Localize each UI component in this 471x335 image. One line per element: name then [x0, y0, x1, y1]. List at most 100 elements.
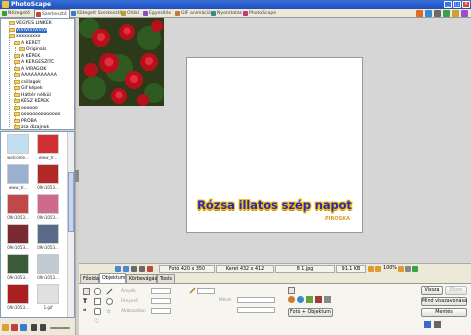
maximize-button[interactable]: □ — [453, 1, 461, 8]
size-select[interactable] — [237, 297, 275, 303]
folder-icon[interactable] — [2, 324, 9, 331]
arrow-left-icon[interactable] — [31, 324, 37, 331]
thumbnail-image[interactable] — [7, 134, 29, 154]
folder-icon — [9, 27, 15, 32]
tab-batch-editor[interactable]: Kötegelt Szerkesztő — [70, 9, 123, 18]
rounded-rect-tool-icon[interactable] — [94, 308, 101, 315]
settings-icon[interactable] — [416, 10, 423, 17]
rectangle-tool-icon[interactable] — [94, 298, 101, 305]
open-icon[interactable] — [424, 321, 431, 328]
tab-viewer[interactable]: Nézegető — [1, 9, 34, 18]
tree-item-label: AAAAAAAAAAA — [21, 73, 57, 78]
print-icon[interactable] — [434, 321, 441, 328]
tab-editor[interactable]: Szerkesztő — [34, 9, 70, 18]
editor-icon — [36, 12, 41, 17]
fullscreen-icon[interactable] — [405, 266, 411, 272]
thumbnail-scrollbar[interactable] — [67, 132, 74, 317]
zoom-in-icon[interactable] — [375, 266, 381, 272]
thumbnail-label: 09n1053... — [37, 275, 59, 280]
undo-button[interactable]: Vissza — [421, 286, 443, 295]
heart-tool-icon[interactable]: ♡ — [94, 318, 101, 325]
folder-icon — [14, 60, 20, 64]
download-icon[interactable] — [443, 10, 450, 17]
photo-object-icon[interactable] — [288, 296, 295, 303]
help-icon[interactable] — [425, 10, 432, 17]
banner-text: Rózsa illatos szép napot — [197, 198, 352, 212]
layer-down-icon[interactable] — [315, 296, 322, 303]
file-size: 91.1 KB — [336, 265, 366, 273]
tab-photoscape[interactable]: PhotoScape — [242, 9, 278, 18]
photo-object-button[interactable]: Fotó + Objektum — [288, 308, 333, 317]
thumbnail-image[interactable] — [37, 134, 59, 154]
tab-page[interactable]: Oldal — [120, 9, 142, 18]
line-width-field[interactable] — [197, 288, 215, 294]
star-tool-icon[interactable]: ☆ — [106, 308, 113, 315]
thumbnail-image[interactable] — [7, 164, 29, 184]
thumbnail-image[interactable] — [37, 164, 59, 184]
pointer-tool-icon[interactable] — [83, 288, 90, 295]
thumbnail-image[interactable] — [7, 224, 29, 244]
tree-item[interactable]: zsa dizajnok — [14, 124, 49, 129]
pencil-icon[interactable] — [189, 287, 196, 294]
brightness-field[interactable] — [151, 298, 171, 304]
text-tool-icon[interactable]: T — [83, 298, 90, 305]
thumbnail-image[interactable] — [7, 284, 29, 304]
folder-icon — [14, 66, 20, 71]
compare-icon[interactable] — [412, 266, 418, 272]
redo-button[interactable]: Előre — [445, 286, 467, 295]
thumbnail-image[interactable] — [37, 284, 59, 304]
subtab-tools[interactable]: Tools — [157, 274, 175, 283]
folder-icon — [14, 79, 20, 84]
thumbnail-size-slider[interactable] — [50, 327, 70, 329]
thumbnail-image[interactable] — [37, 254, 59, 274]
save-button[interactable]: Mentés — [421, 308, 467, 317]
layer-up-icon[interactable] — [306, 296, 313, 303]
rotate-right-icon[interactable] — [20, 324, 27, 331]
quote-tool-icon[interactable]: ❝ — [83, 308, 90, 315]
copy-object-icon[interactable] — [297, 296, 304, 303]
thumbnail-image[interactable] — [7, 194, 29, 214]
zoom-fit-icon[interactable] — [398, 266, 404, 272]
tab-print[interactable]: Nyomtatás — [210, 9, 242, 18]
shadow-field[interactable] — [151, 288, 171, 294]
mirror-icon[interactable] — [139, 266, 145, 272]
cursor-icon[interactable] — [288, 287, 295, 294]
crop-icon[interactable] — [147, 266, 153, 272]
brush-tool-icon[interactable] — [106, 288, 113, 295]
rotate-left-icon[interactable] — [115, 266, 121, 272]
language-icon[interactable] — [452, 10, 459, 17]
rotate-left-icon[interactable] — [11, 324, 18, 331]
folder-icon — [9, 21, 15, 25]
thumbnail-image[interactable] — [37, 224, 59, 244]
subtab-crop[interactable]: Körbevágás — [126, 274, 157, 283]
mail-icon[interactable] — [461, 10, 468, 17]
undo-all-button[interactable]: Mind visszavonása — [421, 297, 467, 306]
folder-tree[interactable]: VEGYES LINKEK VIVIVIVIVIVIVI xxxxxxxxx A KE… — [0, 18, 75, 130]
tab-gif-animation[interactable]: GIF animáció — [174, 9, 211, 18]
folder-icon — [14, 112, 20, 116]
tab-combine[interactable]: Egyesítés — [142, 9, 174, 18]
speech-bubble-icon[interactable] — [94, 288, 101, 295]
thumbnail-image[interactable] — [37, 194, 59, 214]
thumbnail-image[interactable] — [7, 254, 29, 274]
tree-item-label: csillagok — [21, 79, 41, 85]
subtab-home[interactable]: Főoldal — [80, 274, 100, 283]
close-button[interactable]: × — [462, 1, 470, 8]
opacity-field[interactable] — [151, 308, 171, 314]
rotate-right-icon[interactable] — [123, 266, 129, 272]
arrow-right-icon[interactable] — [40, 324, 46, 331]
flip-icon[interactable] — [131, 266, 137, 272]
thumbnail-panel[interactable]: welcome... www_tr... www_tr... 09n1053... 09… — [0, 131, 75, 318]
info-icon[interactable] — [434, 10, 441, 17]
style-select[interactable] — [237, 307, 275, 313]
minimize-button[interactable]: _ — [444, 1, 452, 8]
delete-object-icon[interactable] — [324, 296, 331, 303]
zoom-out-icon[interactable] — [368, 266, 374, 272]
thumbnail-label: www_tr... — [8, 185, 28, 190]
tab-label: Kötegelt Szerkesztő — [77, 11, 123, 16]
ellipse-tool-icon[interactable] — [106, 298, 113, 305]
rose-photo-preview[interactable] — [79, 18, 164, 106]
image-canvas[interactable]: Rózsa illatos szép napot PIROSKA — [186, 57, 363, 233]
scrollbar-thumb[interactable] — [68, 172, 74, 232]
subtab-object[interactable]: Objektum — [99, 273, 126, 283]
